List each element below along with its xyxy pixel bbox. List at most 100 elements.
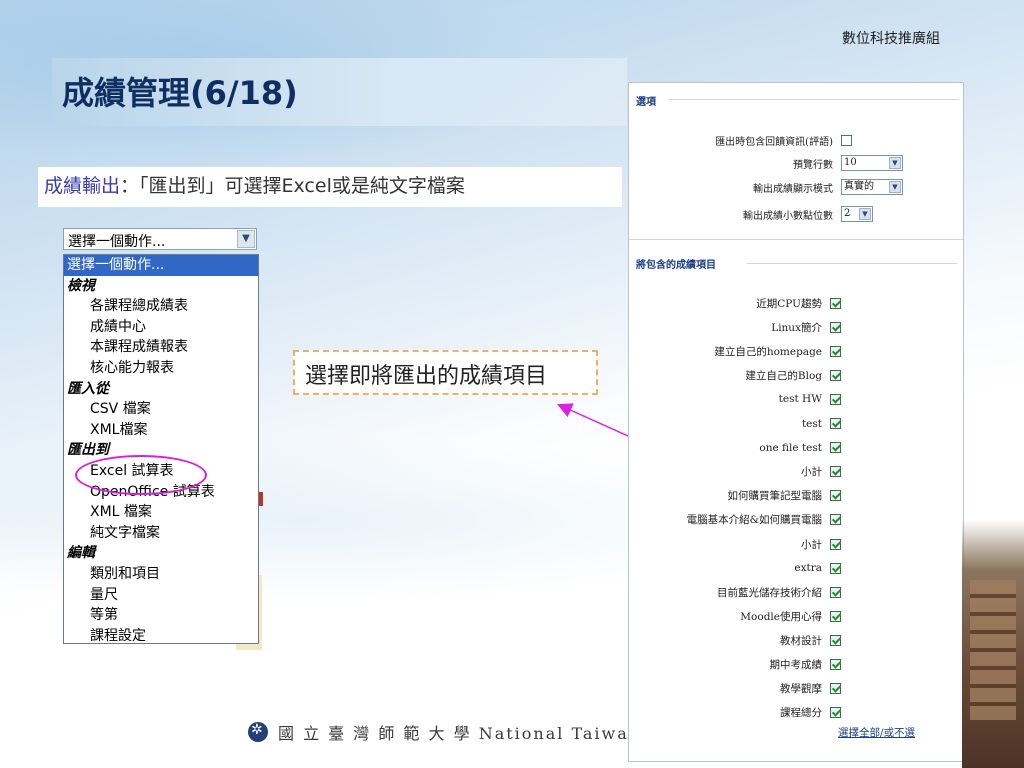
option-label: 輸出成績顯示模式 <box>753 183 833 195</box>
grade-item-row: 如何購買筆記型電腦 <box>629 484 963 508</box>
options-section-title: 選項 <box>636 97 656 108</box>
dropdown-option[interactable]: 等第 <box>64 605 258 626</box>
grade-item-checkbox[interactable] <box>830 490 841 502</box>
grade-item-label: Linux簡介 <box>771 321 822 334</box>
grade-item-label: 教學觀摩 <box>780 683 822 696</box>
grade-item-label: 建立自己的Blog <box>745 369 822 382</box>
grade-item-row: 教材設計 <box>629 628 963 652</box>
grade-item-checkbox[interactable] <box>830 610 841 622</box>
dropdown-option[interactable]: 量尺 <box>64 585 258 606</box>
grade-item-label: 課程總分 <box>780 707 822 720</box>
grade-item-checkbox[interactable] <box>830 659 841 670</box>
grade-item-checkbox[interactable] <box>830 369 841 381</box>
grade-item-label: 小計 <box>801 466 822 479</box>
subtitle-text: ：「匯出到」可選擇Excel或是純文字檔案 <box>120 175 465 197</box>
dropdown-option[interactable]: XML 檔案 <box>64 502 258 523</box>
divider <box>669 99 959 100</box>
divider <box>629 239 963 240</box>
include-feedback-checkbox[interactable] <box>841 134 852 146</box>
dropdown-group-label: 編輯 <box>67 545 95 562</box>
grade-item-label: test <box>801 417 822 430</box>
grade-item-label: test HW <box>778 393 822 406</box>
footer: 國 立 臺 灣 師 範 大 學 National Taiwa <box>248 718 629 746</box>
display-mode-value: 真實的 <box>844 181 874 192</box>
dropdown-option[interactable]: XML檔案 <box>64 420 258 441</box>
option-label: 輸出成績小數點位數 <box>743 210 833 222</box>
dropdown-option[interactable]: CSV 檔案 <box>64 399 258 420</box>
grade-item-label: 期中考成績 <box>769 659 823 671</box>
grade-item-row: 建立自己的Blog <box>629 363 963 387</box>
dropdown-option[interactable]: 各課程總成績表 <box>64 296 258 317</box>
divider <box>747 263 957 264</box>
grade-item-checkbox[interactable] <box>830 538 841 550</box>
chevron-down-icon[interactable]: ▼ <box>237 230 255 248</box>
option-label: 預覽行數 <box>793 159 833 171</box>
chevron-down-icon[interactable]: ▼ <box>889 157 901 169</box>
grade-item-checkbox[interactable] <box>830 345 841 357</box>
grade-item-label: 建立自己的homepage <box>714 345 822 358</box>
grade-item-label: 小計 <box>801 538 822 551</box>
grade-item-row: one file test <box>629 436 963 460</box>
preview-rows-select[interactable]: 10 ▼ <box>841 155 903 171</box>
option-preview-rows: 預覽行數 10 ▼ <box>641 154 963 172</box>
action-dropdown[interactable]: 選擇一個動作... ▼ 選擇一個動作... 檢視 各課程總成績表 成績中心 本課程成績報… <box>63 228 259 644</box>
chevron-down-icon[interactable]: ▼ <box>889 181 901 193</box>
display-mode-select[interactable]: 真實的 ▼ <box>841 179 903 195</box>
option-decimal-points: 輸出成績小數點位數 2 ▼ <box>641 205 963 223</box>
chevron-down-icon[interactable]: ▼ <box>859 208 871 220</box>
grade-item-row: Linux簡介 <box>629 315 963 339</box>
university-seal-icon <box>248 722 268 742</box>
grade-item-row: 課程總分 <box>629 701 963 725</box>
footer-text: 國 立 臺 灣 師 範 大 學 National Taiwa <box>278 724 629 743</box>
action-select[interactable]: 選擇一個動作... ▼ <box>63 228 257 250</box>
building-photo <box>962 520 1024 768</box>
dropdown-option[interactable]: 核心能力報表 <box>64 358 258 379</box>
grade-item-row: 期中考成績 <box>629 653 963 677</box>
select-all-link[interactable]: 選擇全部/或不選 <box>838 725 915 740</box>
subtitle: 成績輸出：「匯出到」可選擇Excel或是純文字檔案 <box>38 167 622 207</box>
grade-item-row: extra <box>629 556 963 580</box>
grade-item-checkbox[interactable] <box>830 562 841 574</box>
grade-item-row: test HW <box>629 387 963 411</box>
grade-item-row: 電腦基本介紹&如何購買電腦 <box>629 508 963 532</box>
grade-item-checkbox[interactable] <box>830 683 841 695</box>
preview-rows-value: 10 <box>844 157 857 168</box>
dropdown-option[interactable]: 類別和項目 <box>64 564 258 585</box>
grade-item-row: 建立自己的homepage <box>629 339 963 363</box>
decimal-points-select[interactable]: 2 ▼ <box>841 206 873 222</box>
dropdown-option[interactable]: 本課程成績報表 <box>64 337 258 358</box>
grade-item-checkbox[interactable] <box>830 707 841 719</box>
option-display-mode: 輸出成績顯示模式 真實的 ▼ <box>641 178 963 196</box>
subtitle-accent: 成績輸出 <box>44 175 121 197</box>
dropdown-option[interactable]: 選擇一個動作... <box>64 255 258 276</box>
dropdown-option[interactable]: 課程設定 <box>64 626 258 643</box>
org-label: 數位科技推廣組 <box>842 31 940 47</box>
grade-item-checkbox[interactable] <box>830 634 841 646</box>
option-label: 匯出時包含回饋資訊(評語) <box>715 136 833 148</box>
decimal-points-value: 2 <box>844 208 851 219</box>
grade-item-checkbox[interactable] <box>830 393 841 405</box>
action-select-value: 選擇一個動作... <box>68 234 166 250</box>
grade-item-checkbox[interactable] <box>830 442 841 454</box>
grade-item-row: test <box>629 412 963 436</box>
grade-item-checkbox[interactable] <box>830 297 841 309</box>
grade-item-checkbox[interactable] <box>830 586 841 598</box>
option-include-feedback: 匯出時包含回饋資訊(評語) <box>641 131 963 149</box>
page-title: 成績管理(6/18) <box>62 74 298 112</box>
grade-item-checkbox[interactable] <box>830 466 841 478</box>
dropdown-option[interactable]: 純文字檔案 <box>64 523 258 544</box>
dropdown-option[interactable]: 成績中心 <box>64 317 258 338</box>
highlight-circle <box>75 455 207 495</box>
grade-item-row: 小計 <box>629 532 963 556</box>
grade-item-label: extra <box>794 562 822 575</box>
grade-item-row: 教學觀摩 <box>629 677 963 701</box>
grade-item-checkbox[interactable] <box>830 418 841 429</box>
background-fragment <box>259 492 263 506</box>
grade-item-checkbox[interactable] <box>830 514 841 526</box>
dropdown-group-label: 匯入從 <box>67 380 109 397</box>
grade-item-checkbox[interactable] <box>830 321 841 333</box>
action-dropdown-list: 選擇一個動作... 檢視 各課程總成績表 成績中心 本課程成績報表 核心能力報表 匯入從 CS… <box>63 254 259 644</box>
grade-items-section-title: 將包含的成績項目 <box>636 260 716 271</box>
grade-item-label: 目前藍光儲存技術介紹 <box>717 586 822 599</box>
grade-item-label: 如何購買筆記型電腦 <box>727 490 823 503</box>
